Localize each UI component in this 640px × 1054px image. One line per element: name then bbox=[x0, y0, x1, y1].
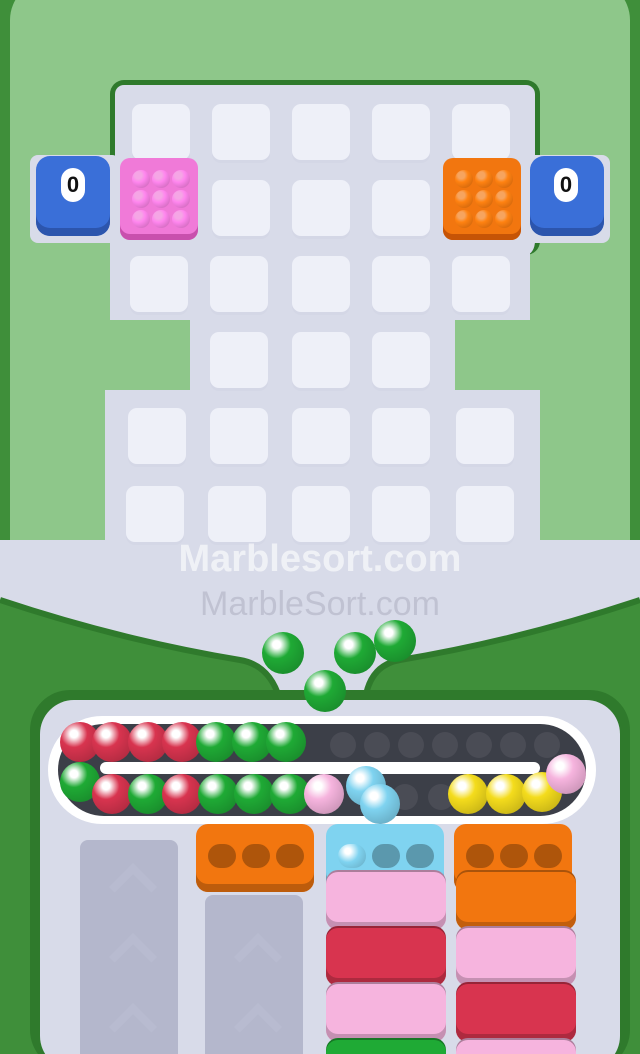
green-marble bbox=[334, 632, 376, 674]
box-marble bbox=[495, 190, 513, 208]
green-block bbox=[326, 1040, 446, 1054]
pink-marble-box[interactable] bbox=[120, 158, 198, 240]
green-marble bbox=[262, 632, 304, 674]
empty-tile[interactable] bbox=[210, 256, 268, 312]
empty-tile[interactable] bbox=[212, 180, 270, 236]
box-marble bbox=[172, 210, 190, 228]
empty-tile[interactable] bbox=[212, 104, 270, 160]
cup-slot bbox=[466, 844, 494, 868]
box-marble bbox=[132, 190, 150, 208]
conveyor-empty-slot bbox=[466, 732, 492, 758]
empty-tile[interactable] bbox=[130, 256, 188, 312]
green-marble bbox=[266, 722, 306, 762]
box-marble bbox=[132, 210, 150, 228]
counter-right: 0 bbox=[530, 156, 604, 236]
yellow-marble bbox=[448, 774, 488, 814]
cup-slot bbox=[534, 844, 562, 868]
cyan-marble bbox=[360, 784, 400, 824]
box-marble bbox=[172, 190, 190, 208]
box-marble bbox=[495, 170, 513, 188]
cup-slot bbox=[406, 844, 434, 868]
empty-tile[interactable] bbox=[132, 104, 190, 160]
red-block bbox=[326, 928, 446, 986]
orange-cup[interactable] bbox=[196, 824, 314, 892]
light_pink-marble bbox=[304, 774, 344, 814]
yellow-marble bbox=[486, 774, 526, 814]
counter-left: 0 bbox=[36, 156, 110, 236]
light-pink-block bbox=[326, 984, 446, 1042]
conveyor-empty-slot bbox=[432, 732, 458, 758]
green-marble bbox=[234, 774, 274, 814]
empty-tile[interactable] bbox=[372, 332, 430, 388]
cup-slot bbox=[372, 844, 400, 868]
green-marble bbox=[198, 774, 238, 814]
conveyor-empty-slot bbox=[500, 732, 526, 758]
watermark-secondary: MarbleSort.com bbox=[200, 585, 440, 623]
box-marble bbox=[495, 210, 513, 228]
empty-tile[interactable] bbox=[452, 256, 510, 312]
box-marble bbox=[152, 190, 170, 208]
light-pink-block bbox=[456, 928, 576, 986]
green-marble bbox=[304, 670, 346, 712]
box-marble bbox=[455, 210, 473, 228]
red-marble bbox=[92, 722, 132, 762]
cup-slot bbox=[208, 844, 236, 868]
box-marble bbox=[455, 190, 473, 208]
light-pink-block bbox=[456, 1040, 576, 1054]
empty-tile[interactable] bbox=[372, 180, 430, 236]
cup-slot bbox=[338, 844, 366, 868]
empty-tile[interactable] bbox=[292, 256, 350, 312]
counter-left-value: 0 bbox=[61, 168, 85, 202]
box-marble bbox=[475, 190, 493, 208]
counter-right-value: 0 bbox=[554, 168, 578, 202]
empty-tile[interactable] bbox=[208, 486, 266, 542]
empty-tile[interactable] bbox=[292, 180, 350, 236]
box-marble bbox=[152, 210, 170, 228]
empty-tile[interactable] bbox=[128, 408, 186, 464]
watermark-primary: Marblesort.com bbox=[178, 538, 462, 580]
game-screen: 0 0 Marblesort.com MarbleSort.com bbox=[0, 0, 640, 1054]
box-marble bbox=[152, 170, 170, 188]
box-marble bbox=[455, 170, 473, 188]
cup-slot bbox=[276, 844, 304, 868]
red-marble bbox=[162, 774, 202, 814]
empty-tile[interactable] bbox=[456, 408, 514, 464]
empty-tile[interactable] bbox=[456, 486, 514, 542]
conveyor-empty-slot bbox=[534, 732, 560, 758]
orange-marble-box[interactable] bbox=[443, 158, 521, 240]
empty-tile[interactable] bbox=[292, 408, 350, 464]
empty-tile[interactable] bbox=[292, 332, 350, 388]
empty-tile[interactable] bbox=[210, 408, 268, 464]
empty-tile[interactable] bbox=[372, 486, 430, 542]
box-marble bbox=[172, 170, 190, 188]
cup-slot bbox=[242, 844, 270, 868]
empty-tile[interactable] bbox=[292, 486, 350, 542]
red-marble bbox=[92, 774, 132, 814]
empty-tile[interactable] bbox=[372, 256, 430, 312]
cup-slot bbox=[500, 844, 528, 868]
box-marble bbox=[132, 170, 150, 188]
conveyor-empty-slot bbox=[364, 732, 390, 758]
box-marble bbox=[475, 170, 493, 188]
orange-block bbox=[456, 872, 576, 930]
conveyor-empty-slot bbox=[398, 732, 424, 758]
empty-tile[interactable] bbox=[372, 104, 430, 160]
empty-tile[interactable] bbox=[210, 332, 268, 388]
light-pink-block bbox=[326, 872, 446, 930]
empty-tile[interactable] bbox=[372, 408, 430, 464]
empty-tile[interactable] bbox=[452, 104, 510, 160]
conveyor-empty-slot bbox=[330, 732, 356, 758]
red-block bbox=[456, 984, 576, 1042]
green-marble bbox=[374, 620, 416, 662]
box-marble bbox=[475, 210, 493, 228]
empty-tile[interactable] bbox=[126, 486, 184, 542]
green-marble bbox=[196, 722, 236, 762]
empty-tile[interactable] bbox=[292, 104, 350, 160]
light_pink-marble bbox=[546, 754, 586, 794]
conveyor-divider bbox=[100, 762, 540, 774]
